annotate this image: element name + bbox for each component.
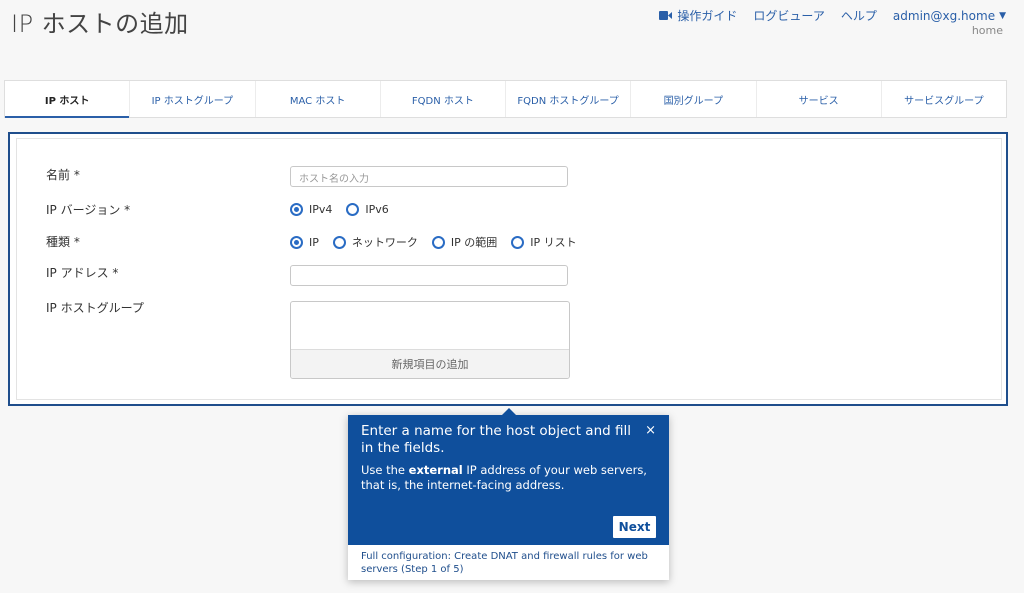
form-panel: 名前 * ホスト名の入力 IP バージョン * IPv4 IPv6 種類 * I… bbox=[8, 132, 1008, 406]
ip-address-input[interactable] bbox=[290, 265, 568, 286]
tab-ip-host[interactable]: IP ホスト bbox=[5, 81, 131, 118]
type-ip-range-radio[interactable]: IP の範囲 bbox=[431, 234, 498, 250]
video-icon bbox=[659, 11, 673, 20]
ip-version-label: IP バージョン * bbox=[46, 203, 131, 217]
guide-tooltip: Enter a name for the host object and fil… bbox=[348, 408, 669, 580]
type-network-radio[interactable]: ネットワーク bbox=[332, 234, 418, 250]
tooltip-text: Use the external IP address of your web … bbox=[361, 463, 653, 493]
ip-address-label: IP アドレス * bbox=[46, 266, 119, 280]
radio-unchecked-icon bbox=[346, 203, 360, 216]
guide-label: 操作ガイド bbox=[677, 9, 738, 23]
host-group-list[interactable]: 新規項目の追加 bbox=[290, 301, 570, 379]
tooltip-text-before: Use the bbox=[361, 463, 409, 477]
radio-unchecked-icon bbox=[431, 235, 445, 249]
tooltip-footer-link[interactable]: Full configuration: Create DNAT and fire… bbox=[348, 545, 669, 580]
appliance-name: home bbox=[971, 24, 1003, 37]
tab-fqdn-host-group[interactable]: FQDN ホストグループ bbox=[506, 81, 632, 117]
radio-checked-icon bbox=[290, 235, 303, 249]
tooltip-text-bold: external bbox=[408, 463, 463, 477]
user-name: admin@xg.home bbox=[892, 8, 996, 23]
tab-fqdn-host[interactable]: FQDN ホスト bbox=[381, 81, 506, 117]
ipv4-label: IPv4 bbox=[309, 203, 333, 216]
host-group-label: IP ホストグループ bbox=[46, 301, 144, 315]
next-button[interactable]: Next bbox=[613, 516, 656, 538]
type-label: 種類 * bbox=[46, 235, 80, 249]
close-icon[interactable]: × bbox=[645, 423, 656, 438]
tab-mac-host[interactable]: MAC ホスト bbox=[256, 81, 381, 117]
type-network-label: ネットワーク bbox=[351, 236, 418, 249]
type-ip-list-label: IP リスト bbox=[530, 236, 577, 249]
form-panel-inner: 名前 * ホスト名の入力 IP バージョン * IPv4 IPv6 種類 * I… bbox=[16, 138, 1002, 400]
tab-bar: IP ホスト IP ホストグループ MAC ホスト FQDN ホスト FQDN … bbox=[4, 80, 1007, 118]
radio-unchecked-icon bbox=[332, 235, 346, 249]
tab-service-group[interactable]: サービスグループ bbox=[882, 81, 1006, 117]
page-title: IP ホストの追加 bbox=[11, 10, 189, 38]
type-ip-range-label: IP の範囲 bbox=[450, 236, 498, 249]
log-viewer-link[interactable]: ログビューア bbox=[753, 7, 825, 24]
name-input[interactable]: ホスト名の入力 bbox=[290, 166, 568, 187]
radio-unchecked-icon bbox=[511, 235, 525, 249]
ipv6-radio[interactable]: IPv6 bbox=[346, 203, 389, 216]
ipv6-label: IPv6 bbox=[365, 203, 389, 216]
name-label: 名前 * bbox=[46, 168, 80, 182]
top-navigation: 操作ガイド ログビューア ヘルプ admin@xg.home ▼ bbox=[659, 7, 1006, 24]
caret-down-icon: ▼ bbox=[999, 10, 1006, 21]
tab-services[interactable]: サービス bbox=[757, 81, 882, 117]
user-menu[interactable]: admin@xg.home ▼ bbox=[893, 9, 1006, 23]
tooltip-title: Enter a name for the host object and fil… bbox=[361, 423, 631, 456]
type-ip-list-radio[interactable]: IP リスト bbox=[511, 234, 577, 250]
type-radio-group: IP ネットワーク IP の範囲 IP リスト bbox=[290, 234, 577, 250]
add-new-item-button[interactable]: 新規項目の追加 bbox=[291, 349, 569, 378]
ip-version-radio-group: IPv4 IPv6 bbox=[290, 203, 389, 216]
type-ip-radio[interactable]: IP bbox=[290, 235, 319, 249]
help-link[interactable]: ヘルプ bbox=[841, 7, 877, 24]
tab-country-group[interactable]: 国別グループ bbox=[631, 81, 757, 117]
type-ip-label: IP bbox=[309, 235, 319, 249]
guide-link[interactable]: 操作ガイド bbox=[659, 7, 737, 24]
ipv4-radio[interactable]: IPv4 bbox=[290, 203, 332, 216]
radio-checked-icon bbox=[290, 203, 303, 216]
tab-ip-host-group[interactable]: IP ホストグループ bbox=[130, 81, 256, 117]
tooltip-body: Enter a name for the host object and fil… bbox=[348, 415, 669, 545]
